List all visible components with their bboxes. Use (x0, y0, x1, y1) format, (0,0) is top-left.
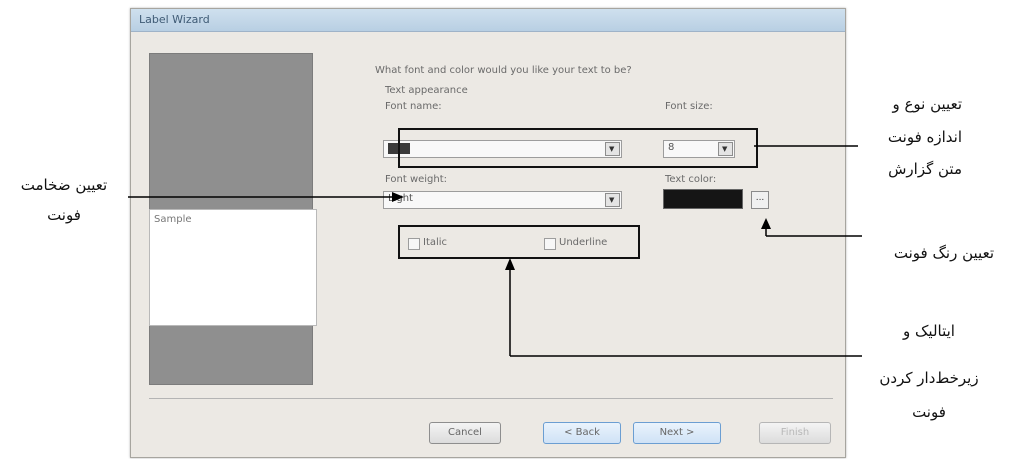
annotation-font-weight-line2: فونت (47, 206, 81, 224)
annotation-italic-underline-line2: زیرخط‌دار کردن (879, 369, 979, 387)
annotation-font-color: تعیین رنگ فونت (893, 244, 994, 262)
annotation-font-type-size-line3: متن گزارش (888, 160, 962, 178)
annotation-font-weight-line1: تعیین ضخامت (20, 176, 108, 194)
annotation-font-type-size-line1: تعیین نوع و (892, 95, 962, 113)
annotation-italic-underline-line1: ایتالیک و (903, 322, 955, 340)
annotation-arrows (128, 145, 862, 357)
annotation-italic-underline-line3: فونت (912, 403, 946, 421)
annotation-font-type-size-line2: اندازه فونت (887, 128, 962, 146)
